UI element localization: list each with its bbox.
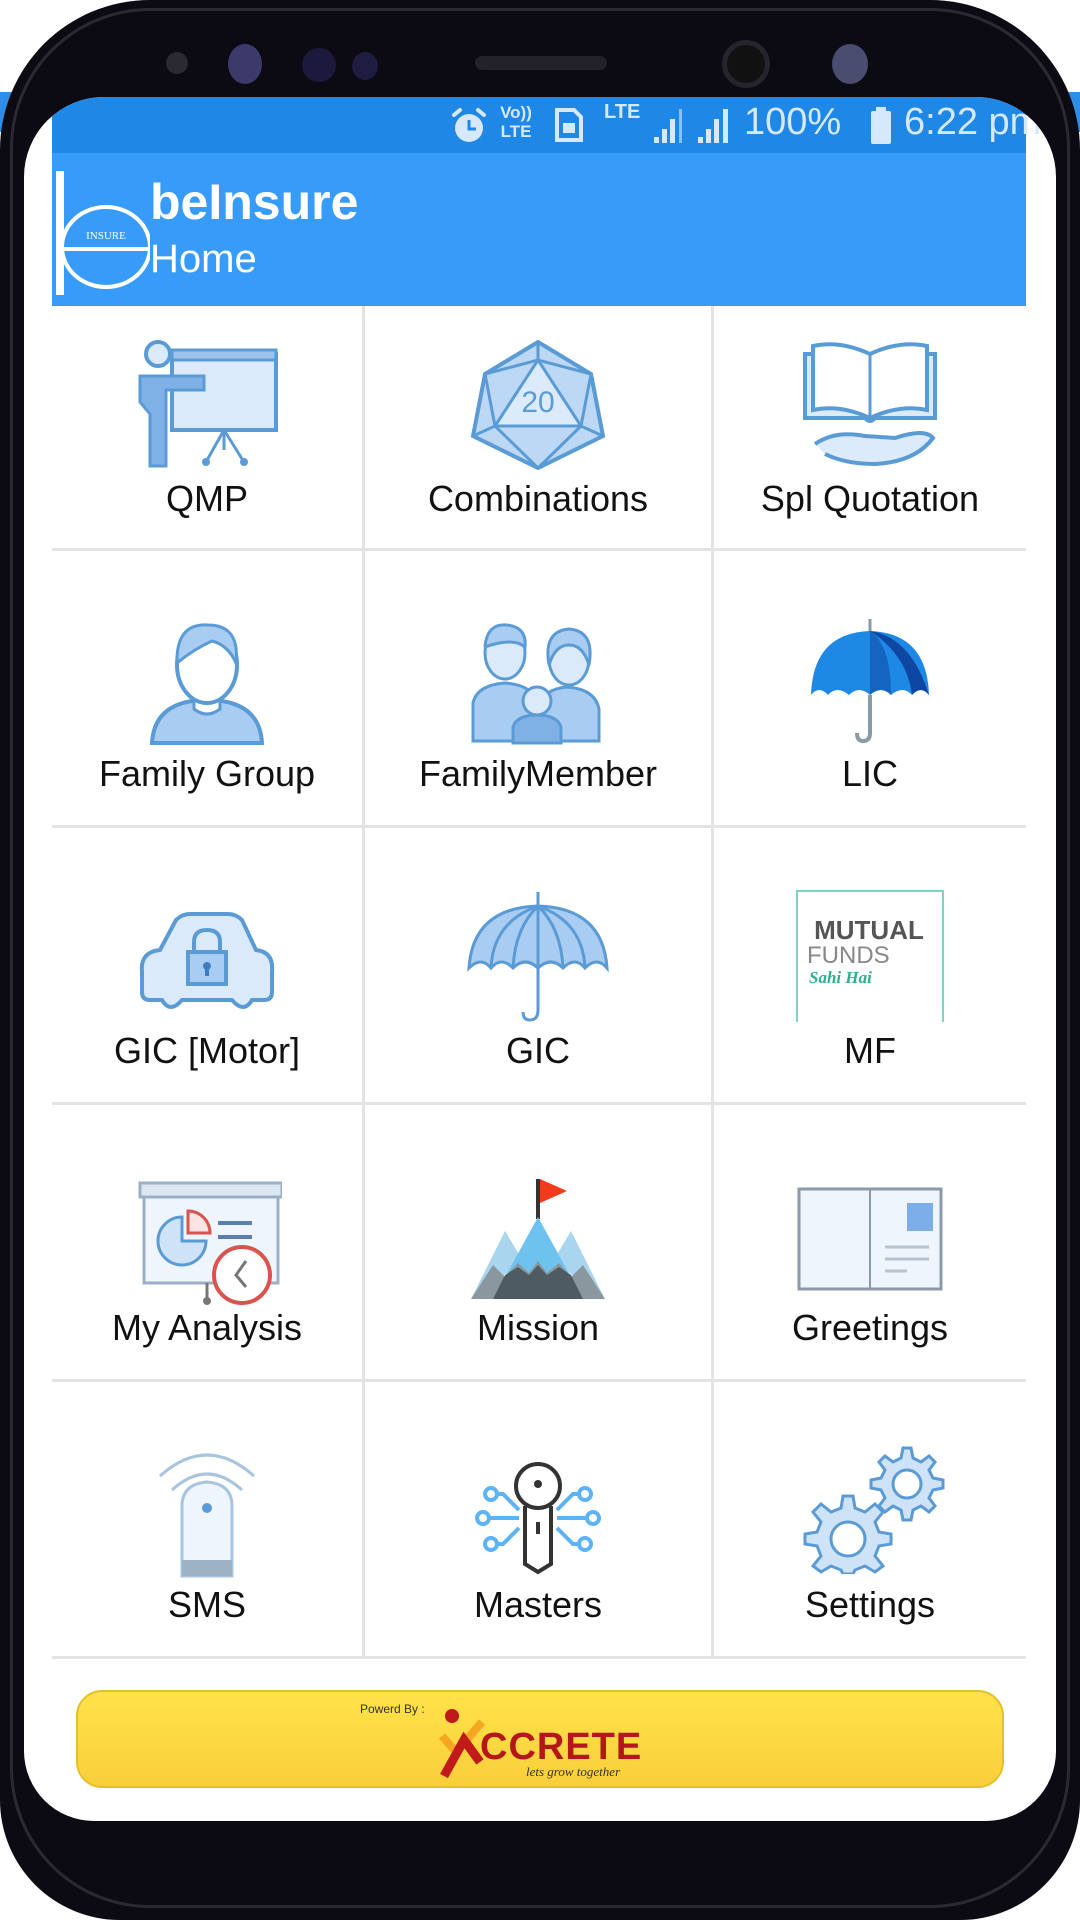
proximity-sensor: [166, 52, 188, 74]
wireless-device-icon: [159, 1453, 255, 1578]
person-icon: [149, 623, 265, 745]
menu-item-label: LIC: [841, 753, 899, 794]
mutual-funds-logo: MUTUAL FUNDS Sahi Hai: [796, 890, 944, 1022]
light-sensor: [302, 48, 336, 82]
menu-item-label: Masters: [473, 1584, 603, 1625]
iris-sensor: [228, 44, 262, 84]
menu-item-label: QMP: [165, 478, 248, 519]
sim-icon: [555, 108, 583, 142]
accrete-brand: CCRETE: [480, 1726, 643, 1768]
volte-icon: Vo)) LTE: [500, 103, 532, 141]
menu-item-label: Mission: [476, 1307, 600, 1348]
menu-item-label: FamilyMember: [418, 753, 658, 794]
menu-item-label: Combinations: [427, 478, 649, 519]
app-title: beInsure: [150, 174, 359, 230]
menu-item-gic[interactable]: GIC: [365, 828, 714, 1102]
umbrella-outline-icon: [467, 892, 609, 1022]
menu-item-label: GIC [Motor]: [113, 1030, 301, 1071]
menu-item-label: My Analysis: [111, 1307, 303, 1348]
menu-item-masters[interactable]: Masters: [365, 1382, 714, 1656]
circuit-key-icon: [475, 1462, 601, 1575]
menu-row: GIC [Motor] GIC MUTUAL FUNDS Sahi Hai MF: [52, 828, 1026, 1105]
menu-item-label: Settings: [804, 1584, 936, 1625]
powered-by-banner[interactable]: Powerd By : CCRETE lets grow together: [76, 1690, 1004, 1788]
car-lock-icon: [139, 912, 275, 1009]
menu-item-greetings[interactable]: Greetings: [714, 1105, 1026, 1379]
umbrella-filled-icon: [811, 619, 929, 744]
menu-row: My Analysis Mission Greetings: [52, 1105, 1026, 1382]
svg-text:FUNDS: FUNDS: [807, 942, 890, 969]
svg-text:MUTUAL: MUTUAL: [814, 915, 924, 945]
front-camera: [722, 40, 770, 88]
iris-camera: [832, 44, 868, 84]
svg-text:INSURE: INSURE: [86, 230, 126, 242]
menu-item-label: Spl Quotation: [760, 478, 980, 519]
menu-row: Family Group FamilyMember LIC: [52, 551, 1026, 828]
menu-item-label: Greetings: [791, 1307, 949, 1348]
menu-item-spl-quotation[interactable]: Spl Quotation: [714, 306, 1026, 548]
menu-item-qmp[interactable]: QMP: [52, 306, 365, 548]
battery-percent: 100%: [744, 101, 842, 143]
d20-dice-icon: 20: [470, 340, 606, 470]
phone-screen: Vo)) LTE LTE 100% 6:22 pm INSURE beInsur…: [24, 97, 1056, 1821]
menu-item-lic[interactable]: LIC: [714, 551, 1026, 825]
menu-item-settings[interactable]: Settings: [714, 1382, 1026, 1656]
menu-item-sms[interactable]: SMS: [52, 1382, 365, 1656]
app-bar: INSURE beInsure Home: [52, 153, 1026, 306]
app-content: Vo)) LTE LTE 100% 6:22 pm INSURE beInsur…: [52, 97, 1041, 1821]
svg-text:Sahi Hai: Sahi Hai: [809, 968, 872, 987]
menu-item-mission[interactable]: Mission: [365, 1105, 714, 1379]
clock-time: 6:22 pm: [904, 101, 1042, 143]
home-menu-grid: QMP 20 Combinations Spl Quotation Family…: [52, 306, 1026, 1659]
menu-item-gic-motor[interactable]: GIC [Motor]: [52, 828, 365, 1102]
menu-item-my-analysis[interactable]: My Analysis: [52, 1105, 365, 1379]
menu-row: SMS Masters Settings: [52, 1382, 1026, 1659]
menu-item-label: Family Group: [98, 753, 316, 794]
menu-item-family-group[interactable]: Family Group: [52, 551, 365, 825]
gears-icon: [803, 1446, 945, 1574]
svg-text:20: 20: [521, 386, 554, 419]
led-sensor: [352, 52, 378, 80]
lte-data-icon: LTE: [604, 101, 641, 123]
book-on-hand-icon: [803, 342, 937, 467]
analysis-chart-clock-icon: [138, 1181, 282, 1305]
family-icon: [471, 623, 601, 745]
powered-by-label: Powerd By :: [360, 1702, 425, 1716]
menu-row: QMP 20 Combinations Spl Quotation: [52, 306, 1026, 551]
alarm-icon: [452, 108, 486, 142]
menu-item-family-member[interactable]: FamilyMember: [365, 551, 714, 825]
presentation-board-icon: [138, 340, 278, 468]
menu-item-label: MF: [844, 1030, 896, 1071]
menu-item-label: GIC: [505, 1030, 570, 1071]
accrete-tagline: lets grow together: [526, 1764, 621, 1779]
postcard-icon: [797, 1187, 943, 1291]
beinsure-logo: INSURE: [56, 171, 150, 295]
earpiece-speaker: [475, 56, 607, 70]
battery-icon: [871, 107, 891, 144]
page-title: Home: [150, 237, 257, 281]
signal-icon: [654, 109, 682, 143]
mountain-flag-icon: [471, 1179, 605, 1299]
menu-item-label: SMS: [167, 1584, 246, 1625]
menu-item-mf[interactable]: MUTUAL FUNDS Sahi Hai MF: [714, 828, 1026, 1102]
signal-icon: [698, 109, 728, 143]
status-bar: Vo)) LTE LTE 100% 6:22 pm: [52, 97, 1041, 153]
menu-item-combinations[interactable]: 20 Combinations: [365, 306, 714, 548]
